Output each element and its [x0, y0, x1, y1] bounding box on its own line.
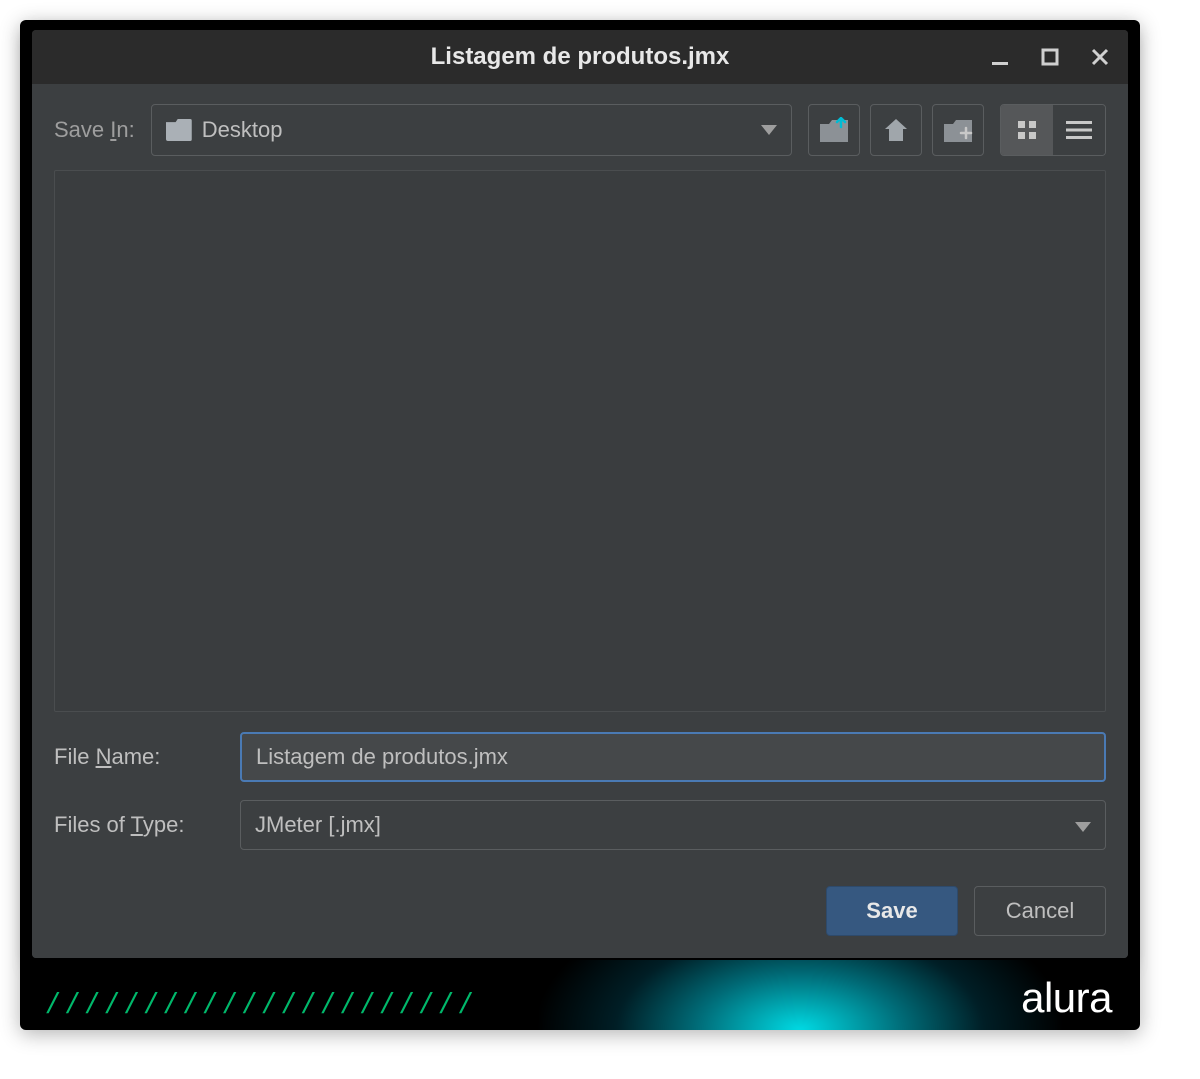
folder-up-icon [819, 117, 849, 143]
cancel-button[interactable]: Cancel [974, 886, 1106, 936]
action-buttons: Save Cancel [54, 886, 1106, 936]
minimize-icon [990, 47, 1010, 67]
view-toggle [1000, 104, 1106, 156]
filename-input[interactable] [240, 732, 1106, 782]
titlebar: Listagem de produtos.jmx [32, 30, 1128, 84]
window-title: Listagem de produtos.jmx [431, 43, 730, 71]
location-row: Save In: Desktop [54, 104, 1106, 156]
new-folder-icon [943, 117, 973, 143]
file-listing-area[interactable] [54, 170, 1106, 712]
save-button-label: Save [866, 898, 917, 924]
save-in-label: Save In: [54, 117, 135, 143]
filetype-label: Files of Type: [54, 812, 222, 838]
maximize-icon [1041, 48, 1059, 66]
grid-view-button[interactable] [1001, 105, 1053, 155]
footer-decoration: ////////////////////// alura [20, 960, 1140, 1030]
minimize-button[interactable] [986, 43, 1014, 71]
folder-icon [166, 119, 192, 141]
glow-effect [540, 960, 1060, 1030]
home-button[interactable] [870, 104, 922, 156]
list-view-button[interactable] [1053, 105, 1105, 155]
filetype-row: Files of Type: JMeter [.jmx] [54, 800, 1106, 850]
close-button[interactable] [1086, 43, 1114, 71]
save-dialog-window: Listagem de produtos.jmx Save In: Deskto… [32, 30, 1128, 958]
filetype-value: JMeter [.jmx] [255, 812, 1075, 838]
save-in-value: Desktop [202, 117, 751, 143]
filetype-dropdown[interactable]: JMeter [.jmx] [240, 800, 1106, 850]
save-button[interactable]: Save [826, 886, 958, 936]
cancel-button-label: Cancel [1006, 898, 1074, 924]
dialog-body: Save In: Desktop [32, 84, 1128, 958]
close-icon [1091, 48, 1109, 66]
brand-logo: alura [1021, 974, 1112, 1022]
new-folder-button[interactable] [932, 104, 984, 156]
up-folder-button[interactable] [808, 104, 860, 156]
presentation-frame: Listagem de produtos.jmx Save In: Deskto… [20, 20, 1140, 1030]
window-controls [986, 30, 1114, 84]
list-icon [1066, 120, 1092, 140]
grid-icon [1015, 118, 1039, 142]
chevron-down-icon [1075, 812, 1091, 838]
chevron-down-icon [761, 125, 777, 135]
save-in-dropdown[interactable]: Desktop [151, 104, 792, 156]
home-icon [883, 117, 909, 143]
filename-row: File Name: [54, 732, 1106, 782]
filename-label: File Name: [54, 744, 222, 770]
maximize-button[interactable] [1036, 43, 1064, 71]
slash-pattern: ////////////////////// [46, 988, 478, 1018]
nav-buttons [808, 104, 984, 156]
